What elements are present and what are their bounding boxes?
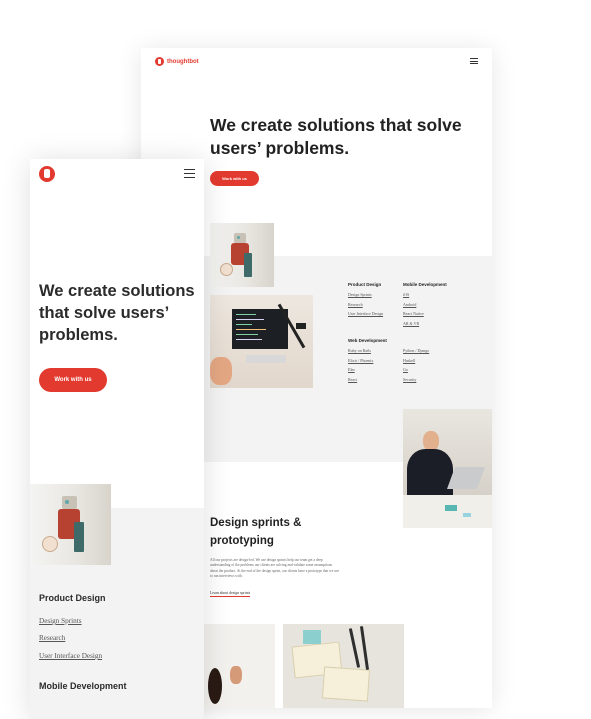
services-web-development: Web Development Ruby on Rails Elixir / P… xyxy=(348,338,387,386)
service-link-haskell[interactable]: Haskell xyxy=(403,358,429,363)
service-link-react-native[interactable]: React Native xyxy=(403,311,447,316)
mobile-mockup: We create solutions that solve users’ pr… xyxy=(30,159,204,719)
service-heading: Product Design xyxy=(348,282,382,287)
brand-logo[interactable]: thoughtbot xyxy=(155,57,199,66)
robot-toy-photo xyxy=(210,223,274,287)
mobile-development-heading: Mobile Development xyxy=(39,681,127,691)
whiteboard-photo xyxy=(204,624,275,708)
service-link-elm[interactable]: Elm xyxy=(348,367,387,372)
product-design-heading: Product Design xyxy=(39,593,106,603)
service-link-security[interactable]: Security xyxy=(403,377,429,382)
link-user-interface-design[interactable]: User Interface Design xyxy=(39,652,102,660)
service-link-ar-vr[interactable]: AR & VR xyxy=(403,321,447,326)
services-product-design: Product Design Design Sprints Research U… xyxy=(348,282,383,321)
sticky-notes-photo xyxy=(283,624,404,708)
services-mobile-development: Mobile Development iOS Android React Nat… xyxy=(403,282,447,330)
service-link-ui-design[interactable]: User Interface Design xyxy=(348,311,383,316)
learn-about-design-sprints-link[interactable]: Learn about design sprints xyxy=(210,591,251,597)
work-with-us-button[interactable]: Work with us xyxy=(39,368,107,392)
service-link-go[interactable]: Go xyxy=(403,367,429,372)
service-link-ios[interactable]: iOS xyxy=(403,292,447,297)
section-body: All our projects are design-led. We use … xyxy=(210,558,340,579)
hero-headline: We create solutions that solve users’ pr… xyxy=(210,115,462,158)
work-with-us-button[interactable]: Work with us xyxy=(210,171,259,186)
service-link-research[interactable]: Research xyxy=(348,302,383,307)
hero-headline: We create solutions that solve users’ pr… xyxy=(39,282,195,344)
services-web-development-extra: Python / Django Haskell Go Security xyxy=(403,348,429,386)
service-link-python[interactable]: Python / Django xyxy=(403,348,429,353)
service-link-react[interactable]: React xyxy=(348,377,387,382)
robot-toy-photo xyxy=(30,484,111,565)
workstation-photo xyxy=(210,295,313,388)
section-title: Design sprints & prototyping xyxy=(210,517,302,547)
service-heading: Web Development xyxy=(348,338,387,343)
brand-name: thoughtbot xyxy=(167,58,199,65)
service-link-rails[interactable]: Ruby on Rails xyxy=(348,348,387,353)
thoughtbot-logo-icon[interactable] xyxy=(39,166,55,182)
hamburger-menu-icon[interactable] xyxy=(470,58,478,64)
service-link-elixir[interactable]: Elixir / Phoenix xyxy=(348,358,387,363)
thoughtbot-logo-icon xyxy=(155,57,164,66)
service-link-design-sprints[interactable]: Design Sprints xyxy=(348,292,383,297)
service-link-android[interactable]: Android xyxy=(403,302,447,307)
hamburger-menu-icon[interactable] xyxy=(184,169,195,178)
link-research[interactable]: Research xyxy=(39,634,65,642)
service-heading: Mobile Development xyxy=(403,282,447,287)
link-design-sprints[interactable]: Design Sprints xyxy=(39,617,82,625)
developer-photo xyxy=(403,409,492,528)
